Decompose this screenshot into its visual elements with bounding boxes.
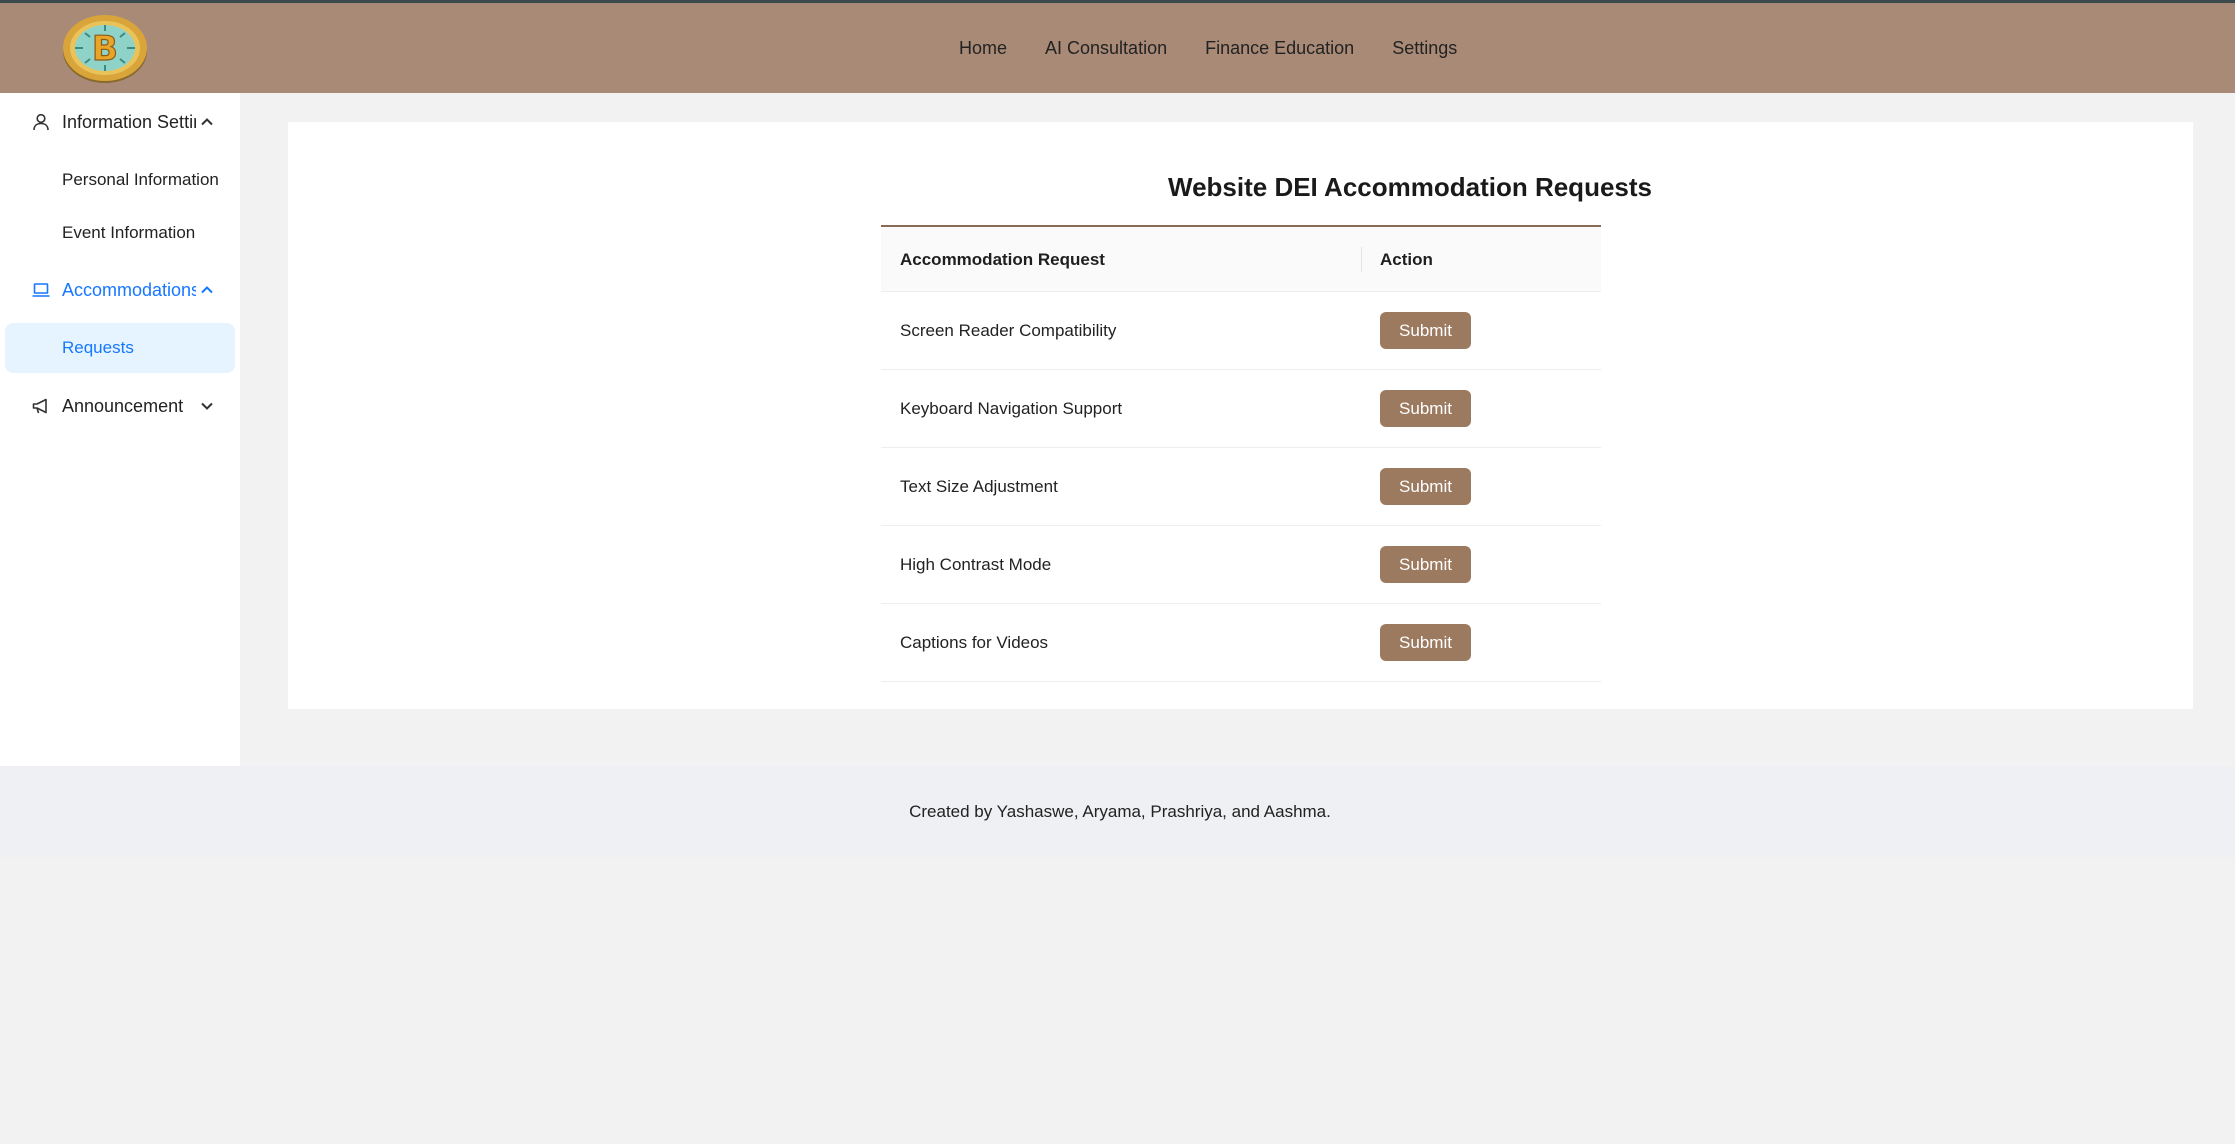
sidebar-group-announcement[interactable]: Announcement <box>0 377 240 435</box>
chevron-down-icon <box>198 397 216 415</box>
column-header-action: Action <box>1380 250 1433 269</box>
sidebar-group-label: Accommodations <box>62 279 196 300</box>
table-row: High Contrast Mode Submit <box>881 526 1601 604</box>
request-name: High Contrast Mode <box>900 555 1052 574</box>
page-title: Website DEI Accommodation Requests <box>1168 172 1652 202</box>
nav-ai-consultation[interactable]: AI Consultation <box>1026 3 1186 93</box>
submit-button[interactable]: Submit <box>1380 312 1471 349</box>
column-header-request: Accommodation Request <box>900 250 1105 269</box>
laptop-icon <box>31 280 51 300</box>
sidebar-group-information-settings[interactable]: Information Settings <box>0 93 240 151</box>
sidebar-item-personal-information[interactable]: Personal Information <box>5 155 235 205</box>
table-header: Accommodation Request Action <box>881 227 1601 292</box>
request-name: Keyboard Navigation Support <box>900 399 1123 418</box>
main-nav: Home AI Consultation Finance Education S… <box>940 3 1476 93</box>
submit-button[interactable]: Submit <box>1380 546 1471 583</box>
content-card: Website DEI Accommodation Requests Accom… <box>288 122 2193 709</box>
header: B Home AI Consultation Finance Education… <box>0 3 2235 93</box>
submit-button[interactable]: Submit <box>1380 390 1471 427</box>
nav-finance-education[interactable]: Finance Education <box>1186 3 1373 93</box>
sidebar-item-event-information[interactable]: Event Information <box>5 208 235 258</box>
request-name: Screen Reader Compatibility <box>900 321 1117 340</box>
footer: Created by Yashaswe, Aryama, Prashriya, … <box>0 766 2235 857</box>
bitcoin-logo-icon[interactable]: B <box>61 11 149 85</box>
sidebar-item-requests[interactable]: Requests <box>5 323 235 373</box>
sidebar-item-label: Event Information <box>62 223 196 242</box>
sidebar: Information Settings Personal Informatio… <box>0 93 240 766</box>
sidebar-group-label: Announcement <box>62 395 184 416</box>
submit-button[interactable]: Submit <box>1380 624 1471 661</box>
megaphone-icon <box>31 396 51 416</box>
sidebar-group-label: Information Settings <box>62 111 196 132</box>
sidebar-item-label: Requests <box>62 338 134 357</box>
chevron-up-icon <box>198 113 216 131</box>
requests-table: Accommodation Request Action Screen Read… <box>881 225 1601 682</box>
table-row: Text Size Adjustment Submit <box>881 448 1601 526</box>
sidebar-item-label: Personal Information <box>62 170 219 189</box>
submit-button[interactable]: Submit <box>1380 468 1471 505</box>
nav-home[interactable]: Home <box>940 3 1026 93</box>
table-row: Captions for Videos Submit <box>881 604 1601 682</box>
nav-settings[interactable]: Settings <box>1373 3 1476 93</box>
table-row: Screen Reader Compatibility Submit <box>881 292 1601 370</box>
column-divider <box>1361 247 1362 272</box>
request-name: Captions for Videos <box>900 633 1049 652</box>
table-row: Keyboard Navigation Support Submit <box>881 370 1601 448</box>
sidebar-group-accommodations[interactable]: Accommodations <box>0 261 240 319</box>
svg-text:B: B <box>92 29 118 69</box>
chevron-up-icon <box>198 281 216 299</box>
footer-credits: Created by Yashaswe, Aryama, Prashriya, … <box>909 802 1331 821</box>
request-name: Text Size Adjustment <box>900 477 1058 496</box>
user-icon <box>31 112 51 132</box>
